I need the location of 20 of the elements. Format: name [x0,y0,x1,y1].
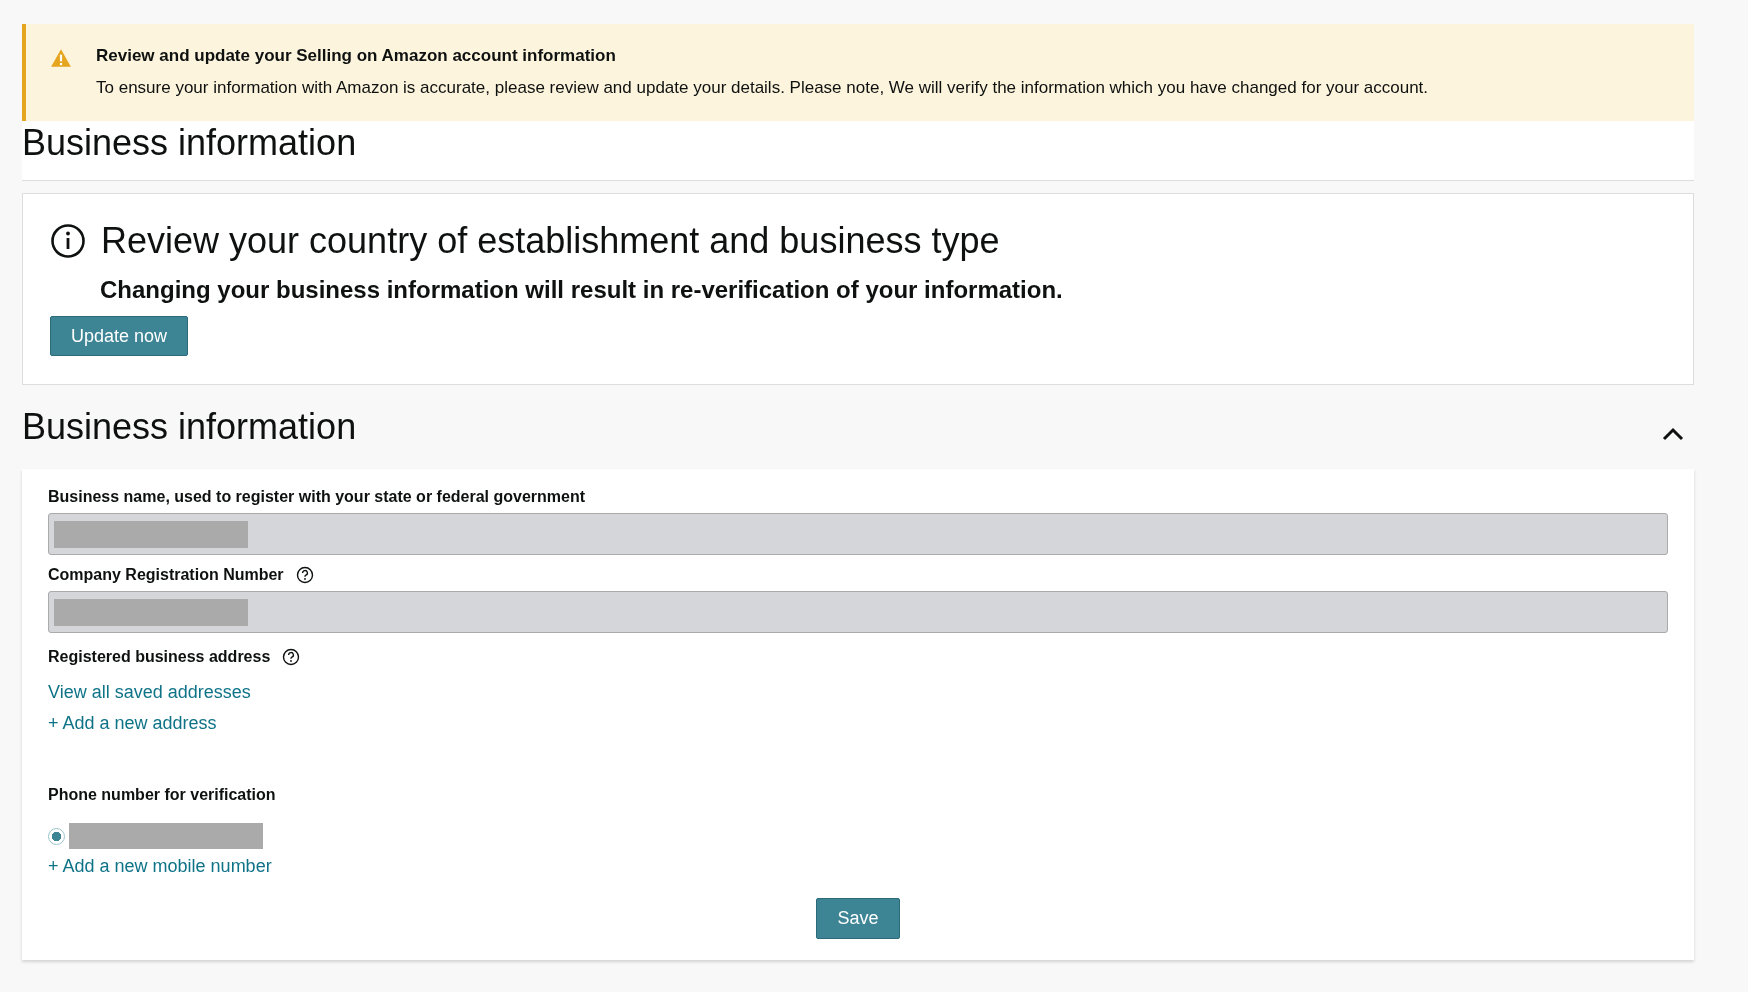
radio-button[interactable] [48,827,65,845]
field-label: Business name, used to register with your state or federal government [48,488,586,506]
info-icon [50,223,86,259]
page-heading: Business information [22,121,358,165]
notice-title: Review your country of establishment and business type [101,220,1000,262]
help-icon[interactable] [282,648,301,666]
chevron-icon[interactable] [1662,427,1684,441]
field-label: Registered business address [48,648,271,666]
alert-message: To ensure your information with Amazon is accurate, please review and update your details. Please note, We will verify the information which you have changed for your account. [96,78,1429,98]
update-now-button[interactable]: Update now [50,316,189,356]
section-heading: Business information [22,405,357,449]
address-link[interactable]: View all saved addresses [48,681,251,704]
notice-subtitle: Changing your business information will result in re-verification of your information. [100,276,1064,304]
warning-icon [50,48,72,68]
field-label: Company Registration Number [48,566,284,584]
address-link[interactable]: + Add a new address [48,712,217,735]
field-label: Phone number for verification [48,786,276,804]
add-mobile-link[interactable]: + Add a new mobile number [48,855,272,878]
save-button[interactable]: Save [816,898,900,939]
alert-title: Review and update your Selling on Amazon account information [96,46,617,66]
